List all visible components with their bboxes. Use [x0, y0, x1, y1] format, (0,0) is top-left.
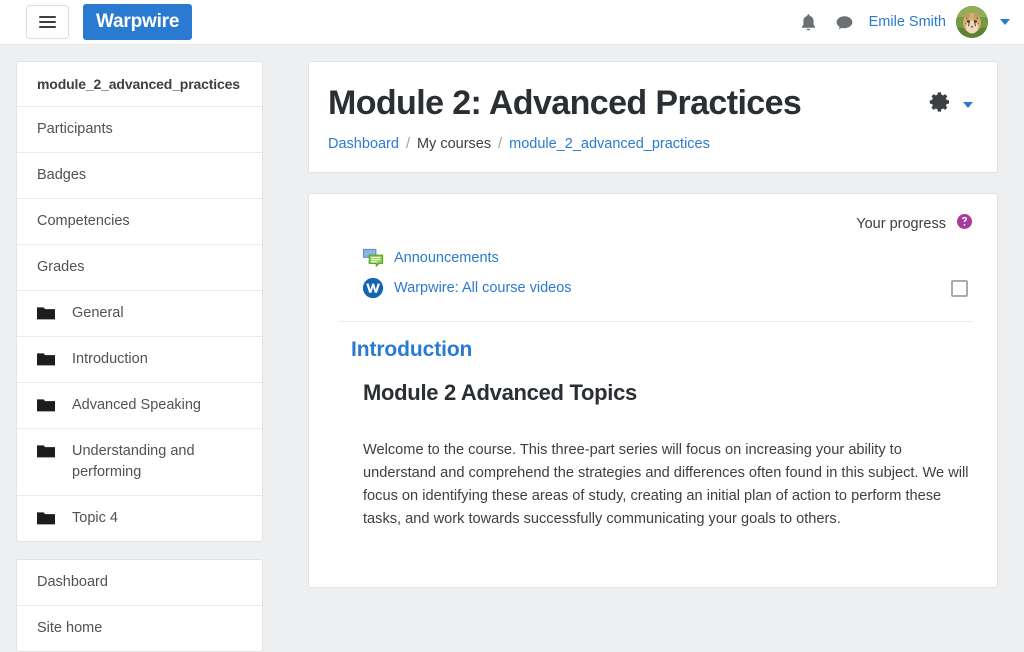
breadcrumb-separator: /	[498, 136, 503, 153]
message-bubble-icon[interactable]	[827, 4, 863, 40]
folder-icon	[37, 306, 55, 320]
sidebar-item-grades[interactable]: Grades	[17, 245, 262, 292]
chevron-down-icon[interactable]	[963, 101, 973, 108]
section-title: Introduction	[351, 338, 473, 362]
sidebar-item-introduction[interactable]: Introduction	[17, 337, 262, 384]
folder-icon	[37, 398, 55, 412]
bell-icon[interactable]	[791, 4, 827, 40]
site-nav-block: Dashboard Site home	[16, 559, 263, 652]
sidebar-item-label: module_2_advanced_practices	[37, 76, 240, 92]
course-content-card: Your progress Announcements Warpwire: Al…	[308, 193, 998, 589]
avatar[interactable]	[956, 6, 988, 38]
user-name-link[interactable]: Emile Smith	[869, 14, 946, 30]
activity-row: Warpwire: All course videos	[339, 273, 973, 303]
sidebar-item-label: Topic 4	[72, 510, 118, 527]
sidebar: module_2_advanced_practices Participants…	[0, 45, 279, 652]
summary-heading: Module 2 Advanced Topics	[363, 380, 637, 406]
sidebar-item-label: Badges	[37, 167, 87, 184]
breadcrumb-item-my-courses: My courses	[416, 136, 492, 153]
progress-label: Your progress	[856, 216, 946, 233]
summary-text: Welcome to the course. This three-part s…	[363, 442, 969, 528]
sidebar-item-understanding-and-performing[interactable]: Understanding and performing	[17, 429, 262, 497]
help-question-icon[interactable]	[957, 214, 972, 234]
completion-checkbox[interactable]	[951, 279, 968, 297]
page-title: Module 2: Advanced Practices	[328, 84, 802, 122]
main-content: Module 2: Advanced Practices Dashboard /…	[279, 45, 1024, 600]
sidebar-item-label: Advanced Speaking	[72, 397, 201, 414]
sidebar-item-badges[interactable]: Badges	[17, 153, 262, 200]
sidebar-item-competencies[interactable]: Competencies	[17, 199, 262, 246]
hamburger-bar	[39, 21, 56, 23]
activity-link-announcements[interactable]: Announcements	[394, 250, 499, 266]
sidebar-item-label: Dashboard	[37, 574, 108, 591]
breadcrumb-item-module-2-advanced-practices[interactable]: module_2_advanced_practices	[509, 136, 710, 152]
sidebar-item-site-home[interactable]: Site home	[17, 606, 262, 651]
folder-icon	[37, 511, 55, 525]
sidebar-item-label: General	[72, 305, 124, 322]
course-nav-block: module_2_advanced_practices Participants…	[16, 61, 263, 543]
folder-icon	[37, 352, 55, 366]
sidebar-item-label: Grades	[37, 259, 85, 276]
hamburger-menu-button[interactable]	[26, 5, 69, 39]
breadcrumb-separator: /	[405, 136, 410, 153]
warpwire-brand-button[interactable]: Warpwire	[83, 4, 193, 40]
activity-row: Announcements	[339, 243, 973, 273]
sidebar-item-general[interactable]: General	[17, 291, 262, 338]
sidebar-item-advanced-speaking[interactable]: Advanced Speaking	[17, 383, 262, 430]
chevron-down-icon[interactable]	[1000, 19, 1010, 25]
breadcrumb: Dashboard / My courses / module_2_advanc…	[328, 136, 972, 152]
section-divider	[339, 321, 972, 323]
sidebar-item-module-2-advanced-practices[interactable]: module_2_advanced_practices	[17, 62, 262, 108]
course-settings-group	[928, 90, 973, 119]
hamburger-bar	[39, 26, 56, 29]
sidebar-item-label: Participants	[37, 121, 113, 138]
sidebar-item-label: Site home	[37, 620, 103, 637]
activity-link-warpwire-all-course-videos[interactable]: Warpwire: All course videos	[394, 280, 572, 296]
announcement-forum-icon	[361, 246, 385, 270]
folder-icon	[37, 444, 55, 458]
navbar-right-group: Emile Smith	[791, 4, 1010, 40]
sidebar-item-participants[interactable]: Participants	[17, 107, 262, 154]
warpwire-w-icon	[361, 276, 385, 300]
top-navbar: Warpwire Emile Smith	[0, 0, 1024, 45]
sidebar-item-topic-4[interactable]: Topic 4	[17, 496, 262, 541]
sidebar-item-label: Competencies	[37, 213, 130, 230]
page-header-card: Module 2: Advanced Practices Dashboard /…	[308, 61, 998, 174]
sidebar-item-label: Introduction	[72, 351, 148, 368]
hamburger-bar	[39, 15, 56, 18]
sidebar-item-label: Understanding and performing	[72, 443, 195, 481]
progress-row: Your progress	[339, 214, 973, 234]
breadcrumb-item-dashboard[interactable]: Dashboard	[328, 136, 399, 152]
gear-icon[interactable]	[928, 90, 952, 119]
